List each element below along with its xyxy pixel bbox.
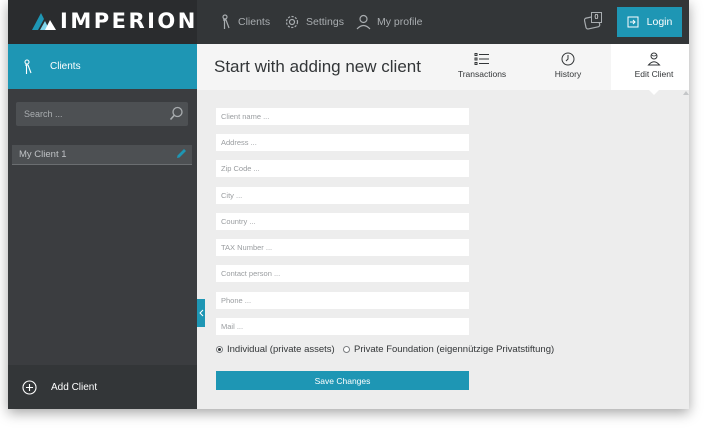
tab-transactions-label: Transactions	[457, 69, 507, 79]
page-title: Start with adding new client	[214, 57, 421, 76]
main-header: Start with adding new client Transaction…	[197, 44, 689, 95]
login-label: Login	[646, 16, 673, 28]
contact-person-field[interactable]	[216, 265, 469, 282]
zip-code-field[interactable]	[216, 160, 469, 177]
mail-field[interactable]	[216, 318, 469, 335]
sidebar: Clients My Client 1 Add Client	[8, 44, 197, 409]
tab-history[interactable]: History	[525, 44, 611, 90]
add-client-button[interactable]: Add Client	[8, 365, 197, 409]
phone-field[interactable]	[216, 292, 469, 309]
logo: IMPERION	[8, 0, 197, 44]
client-name-field[interactable]	[216, 108, 469, 125]
scroll-up-arrow[interactable]	[683, 91, 689, 95]
city-field[interactable]	[216, 187, 469, 204]
search-icon[interactable]	[169, 106, 184, 121]
radio-private-foundation-label: Private Foundation (eigennützige Privats…	[354, 344, 555, 355]
user-icon	[222, 14, 230, 29]
nav-settings[interactable]: Settings	[284, 0, 344, 44]
list-icon	[474, 53, 489, 65]
tab-edit-client-label: Edit Client	[634, 69, 674, 79]
sidebar-clients-header[interactable]: Clients	[8, 44, 197, 89]
address-field[interactable]	[216, 134, 469, 151]
radio-individual-label: Individual (private assets)	[227, 344, 335, 355]
tab-transactions[interactable]: Transactions	[439, 44, 525, 90]
wallet-count-badge: 0	[591, 12, 602, 23]
sidebar-title: Clients	[50, 61, 81, 72]
user-icon	[24, 58, 32, 74]
person-edit-icon	[647, 52, 661, 66]
nav-clients[interactable]: Clients	[220, 0, 270, 44]
country-field[interactable]	[216, 213, 469, 230]
nav-settings-label: Settings	[306, 16, 344, 28]
tab-history-label: History	[554, 69, 582, 79]
radio-private-foundation[interactable]: Private Foundation (eigennützige Privats…	[343, 344, 554, 355]
radio-individual[interactable]: Individual (private assets)	[216, 344, 335, 355]
search-input[interactable]	[16, 102, 166, 126]
pencil-icon[interactable]	[175, 147, 188, 160]
save-changes-button[interactable]: Save Changes	[216, 371, 469, 390]
logo-text: IMPERION	[60, 9, 198, 33]
tax-number-field[interactable]	[216, 239, 469, 256]
clock-icon	[561, 52, 575, 66]
nav-clients-label: Clients	[238, 16, 271, 28]
plus-circle-icon	[22, 379, 37, 395]
client-name: My Client 1	[19, 149, 67, 160]
top-bar: IMPERION Clients Settings My profile 0 L…	[8, 0, 689, 44]
radio-individual-dot[interactable]	[216, 346, 223, 353]
sidebar-collapse-handle[interactable]	[197, 299, 205, 327]
nav-my-profile-label: My profile	[377, 16, 423, 28]
gear-icon	[285, 15, 299, 29]
radio-private-foundation-dot[interactable]	[343, 346, 350, 353]
logo-mark-icon	[32, 13, 56, 30]
login-icon	[627, 16, 639, 28]
search-box	[16, 102, 188, 126]
chevron-left-icon	[198, 309, 203, 317]
person-icon	[356, 14, 371, 30]
add-client-label: Add Client	[51, 381, 98, 393]
login-button[interactable]: Login	[617, 7, 682, 37]
nav-my-profile[interactable]: My profile	[356, 0, 423, 44]
app-window: IMPERION Clients Settings My profile 0 L…	[8, 0, 689, 409]
client-list-item[interactable]: My Client 1	[12, 145, 192, 165]
tab-edit-client[interactable]: Edit Client	[611, 44, 689, 95]
